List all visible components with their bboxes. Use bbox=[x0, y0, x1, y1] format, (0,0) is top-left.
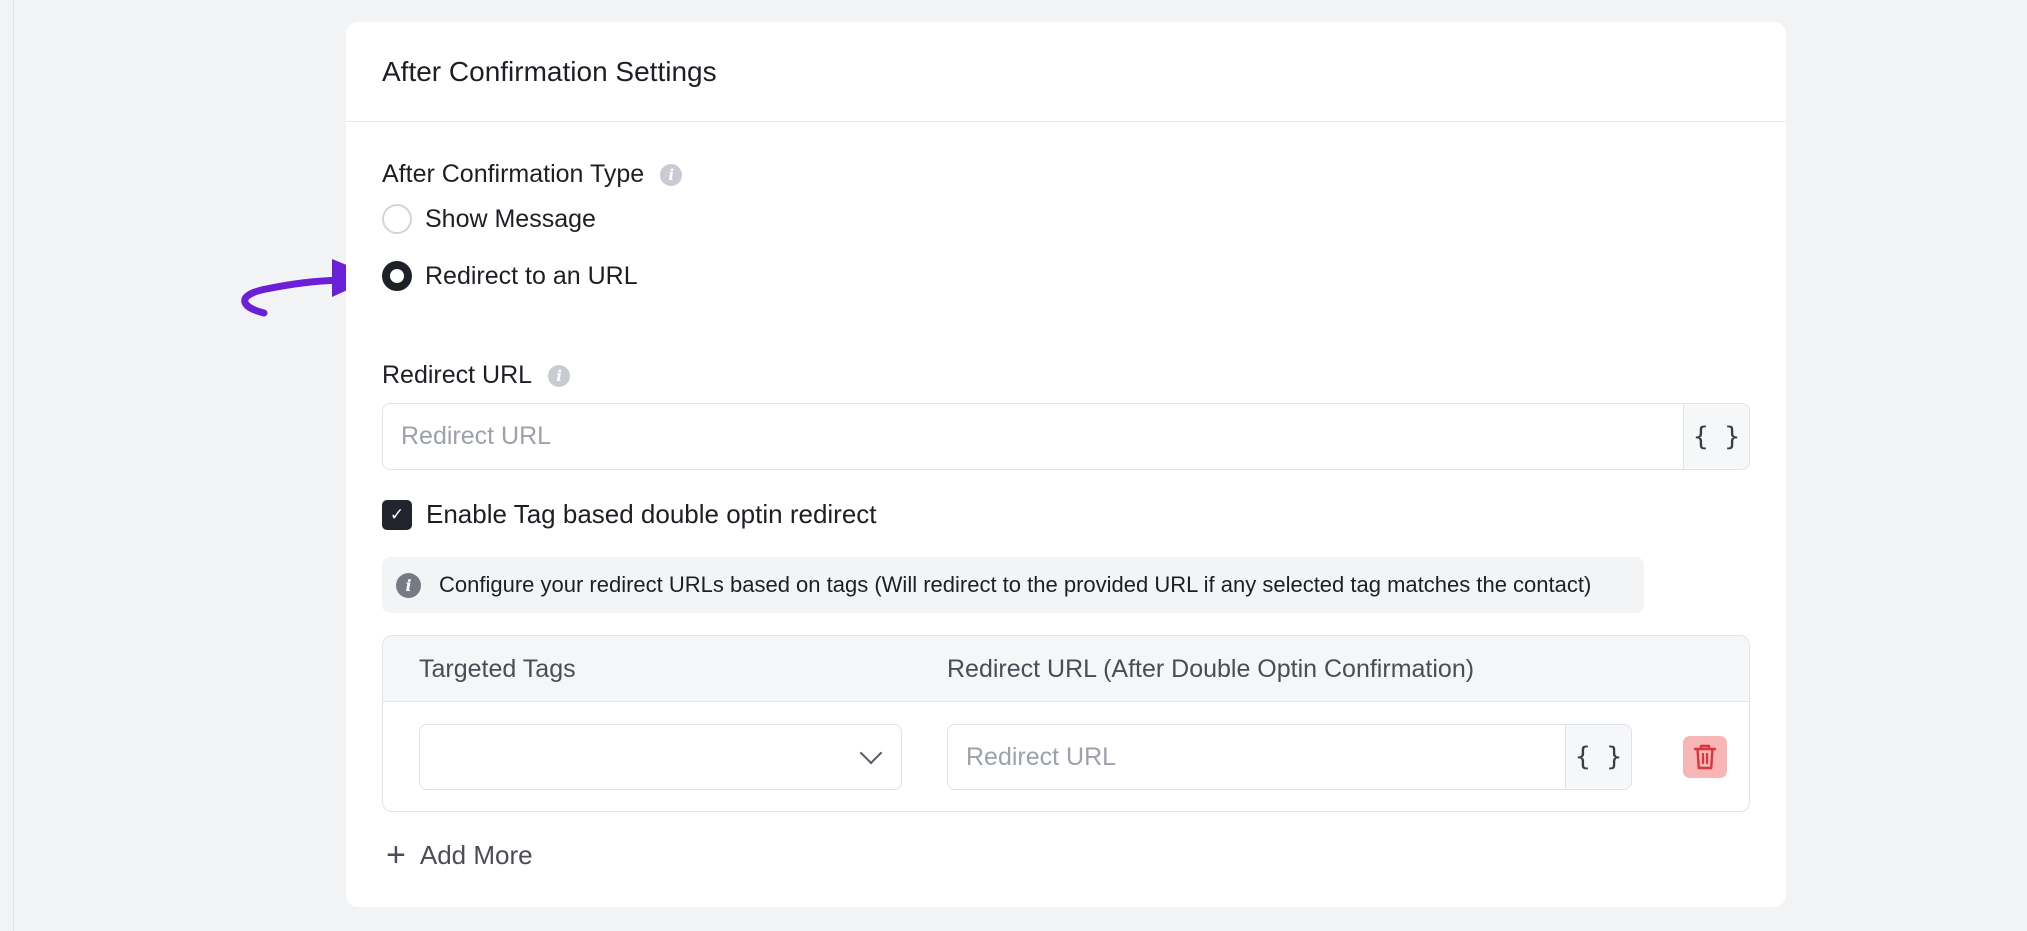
confirmation-type-label-text: After Confirmation Type bbox=[382, 160, 645, 188]
table-header: Targeted Tags Redirect URL (After Double… bbox=[383, 636, 1749, 702]
radio-redirect-url[interactable]: Redirect to an URL bbox=[382, 261, 638, 291]
info-notice: i Configure your redirect URLs based on … bbox=[382, 557, 1644, 613]
delete-row-button[interactable] bbox=[1683, 736, 1727, 778]
plus-icon: + bbox=[386, 836, 406, 874]
radio-show-message[interactable]: Show Message bbox=[382, 204, 596, 234]
redirect-url-label: Redirect URL i bbox=[382, 361, 571, 390]
card-title: After Confirmation Settings bbox=[382, 55, 717, 87]
add-more-label: Add More bbox=[419, 839, 533, 870]
notice-text: Configure your redirect URLs based on ta… bbox=[439, 572, 1592, 597]
info-icon[interactable]: i bbox=[660, 163, 683, 186]
trash-icon bbox=[1693, 744, 1717, 770]
redirect-url-field: { } bbox=[382, 403, 1750, 470]
tag-redirect-table: Targeted Tags Redirect URL (After Double… bbox=[382, 635, 1750, 812]
radio-label: Redirect to an URL bbox=[425, 261, 638, 290]
redirect-url-input[interactable] bbox=[383, 404, 1683, 469]
settings-card: After Confirmation Settings After Confir… bbox=[346, 22, 1786, 907]
card-header: After Confirmation Settings bbox=[346, 22, 1786, 122]
info-icon: i bbox=[396, 572, 421, 598]
info-icon[interactable]: i bbox=[548, 364, 571, 387]
page-left-edge bbox=[0, 0, 14, 931]
redirect-url-label-text: Redirect URL bbox=[382, 361, 533, 389]
radio-button-checked[interactable] bbox=[382, 261, 412, 291]
smartcode-button[interactable]: { } bbox=[1565, 725, 1631, 789]
row-redirect-url-input[interactable] bbox=[948, 725, 1565, 789]
tags-select[interactable] bbox=[419, 724, 902, 790]
confirmation-type-label: After Confirmation Type i bbox=[382, 160, 683, 189]
checkbox-label: Enable Tag based double optin redirect bbox=[426, 499, 877, 529]
chevron-down-icon bbox=[859, 741, 883, 765]
column-header-tags: Targeted Tags bbox=[419, 655, 576, 683]
radio-button[interactable] bbox=[382, 204, 412, 234]
smartcode-button[interactable]: { } bbox=[1683, 404, 1749, 469]
tag-redirect-toggle[interactable]: ✓ Enable Tag based double optin redirect bbox=[382, 499, 877, 530]
radio-label: Show Message bbox=[425, 204, 596, 233]
table-row: { } bbox=[383, 702, 1749, 811]
add-more-button[interactable]: + Add More bbox=[386, 838, 533, 872]
checkbox-checked[interactable]: ✓ bbox=[382, 499, 412, 530]
row-redirect-url-field: { } bbox=[947, 724, 1632, 790]
column-header-redirect-url: Redirect URL (After Double Optin Confirm… bbox=[947, 655, 1475, 683]
